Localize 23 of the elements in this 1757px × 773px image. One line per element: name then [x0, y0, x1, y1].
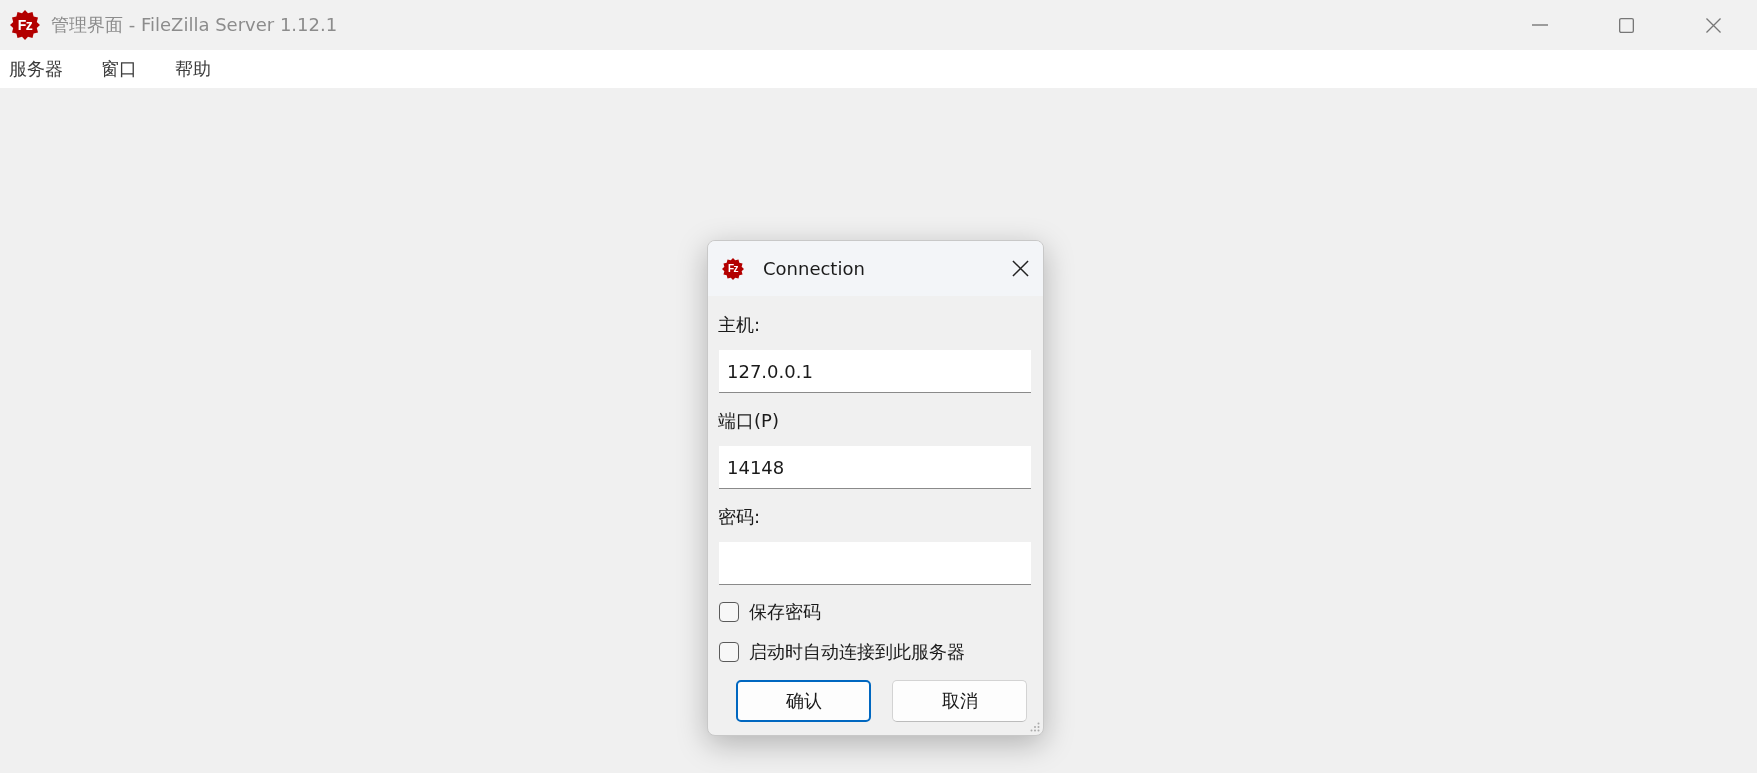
app-logo: Fz: [722, 257, 744, 280]
port-field[interactable]: 14148: [719, 446, 1031, 489]
app-logo: Fz: [10, 10, 40, 40]
password-field[interactable]: [719, 542, 1031, 585]
close-icon[interactable]: [1012, 260, 1029, 277]
menu-item[interactable]: 服务器: [0, 53, 72, 85]
checkbox[interactable]: [719, 602, 739, 622]
maximize-icon[interactable]: [1619, 17, 1634, 33]
dialog-title: Connection: [763, 258, 865, 279]
field-label: 主机:: [718, 313, 761, 337]
cancel-button[interactable]: 取消: [892, 680, 1027, 722]
field-label: 端口(P): [718, 409, 779, 433]
checkbox[interactable]: [719, 642, 739, 662]
checkbox-label[interactable]: 保存密码: [749, 600, 821, 624]
resize-grip-icon[interactable]: [1030, 722, 1040, 732]
minimize-icon[interactable]: [1531, 24, 1548, 26]
field-label: 密码:: [718, 505, 761, 529]
checkbox-label[interactable]: 启动时自动连接到此服务器: [749, 640, 965, 664]
ok-button[interactable]: 确认: [736, 680, 871, 722]
menu-item[interactable]: 窗口: [92, 53, 146, 85]
menu-item[interactable]: 帮助: [166, 53, 220, 85]
host-field[interactable]: 127.0.0.1: [719, 350, 1031, 393]
window-title: 管理界面 - FileZilla Server 1.12.1: [51, 13, 338, 37]
